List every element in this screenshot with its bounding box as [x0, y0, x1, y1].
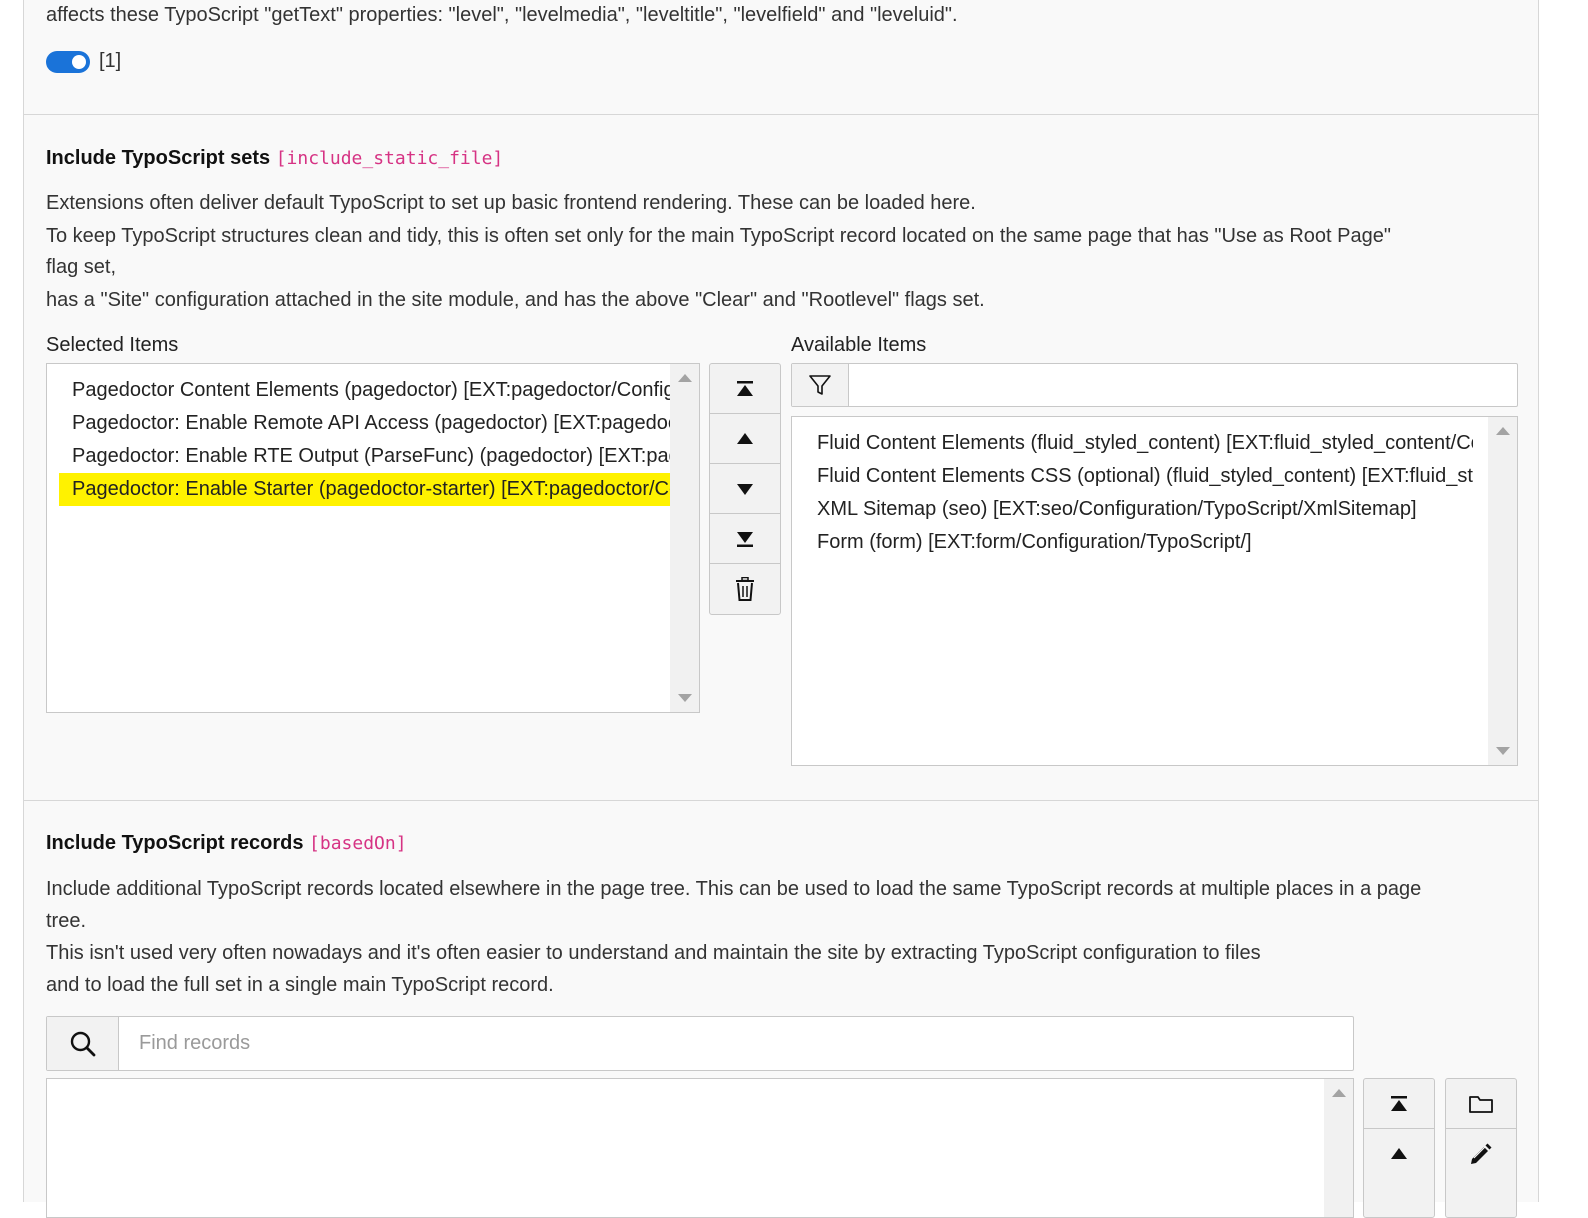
- section-divider: [24, 114, 1538, 115]
- move-up-icon: [1391, 1148, 1407, 1159]
- move-up-icon: [737, 432, 753, 444]
- selected-items-scrollbar[interactable]: [670, 364, 699, 712]
- include-static-desc-2: To keep TypoScript structures clean and …: [46, 225, 1391, 247]
- search-addon: [47, 1017, 119, 1070]
- move-down-icon: [737, 483, 753, 495]
- form-panel: affects these TypoScript "getText" prope…: [23, 0, 1539, 1218]
- selected-item-highlighted[interactable]: Pagedoctor: Enable Starter (pagedoctor-s…: [59, 473, 678, 506]
- move-to-bottom-icon: [737, 531, 753, 547]
- section-divider: [24, 800, 1538, 801]
- toggle-value-label: [1]: [99, 50, 122, 72]
- move-to-top-button[interactable]: [710, 364, 780, 414]
- edit-record-button[interactable]: [1446, 1129, 1516, 1179]
- based-on-field-name: [basedOn]: [309, 833, 407, 854]
- available-items-label: Available Items: [791, 334, 927, 356]
- include-static-title-text: Include TypoScript sets: [46, 147, 271, 169]
- scroll-up-icon[interactable]: [678, 374, 692, 382]
- toggle-knob: [72, 55, 86, 69]
- pencil-icon: [1471, 1143, 1492, 1164]
- search-icon: [70, 1031, 95, 1056]
- based-on-title-text: Include TypoScript records: [46, 832, 304, 854]
- scroll-down-icon[interactable]: [678, 694, 692, 702]
- based-on-desc-2: tree.: [46, 910, 87, 932]
- selected-item[interactable]: Pagedoctor: Enable RTE Output (ParseFunc…: [59, 440, 678, 473]
- based-on-title: Include TypoScript records [basedOn]: [46, 827, 407, 860]
- available-item[interactable]: Fluid Content Elements CSS (optional) (f…: [804, 460, 1473, 493]
- move-to-bottom-button[interactable]: [710, 514, 780, 564]
- move-up-button[interactable]: [710, 414, 780, 464]
- selected-items-label: Selected Items: [46, 334, 179, 356]
- selected-item[interactable]: Pagedoctor: Enable Remote API Access (pa…: [59, 407, 678, 440]
- filter-addon: [792, 364, 849, 406]
- include-static-field-name: [include_static_file]: [275, 148, 504, 169]
- rootlevel-description: affects these TypoScript "getText" prope…: [46, 4, 958, 26]
- filter-input[interactable]: [849, 364, 1517, 406]
- records-scrollbar[interactable]: [1324, 1079, 1353, 1217]
- selected-items-list[interactable]: Pagedoctor Content Elements (pagedoctor)…: [46, 363, 700, 713]
- selected-item[interactable]: Pagedoctor Content Elements (pagedoctor)…: [59, 374, 678, 407]
- include-static-desc-3: flag set,: [46, 256, 117, 278]
- based-on-desc-3: This isn't used very often nowadays and …: [46, 942, 1261, 964]
- move-to-top-icon: [1391, 1095, 1407, 1111]
- available-items-filter: [791, 363, 1518, 407]
- browse-records-button[interactable]: [1446, 1079, 1516, 1129]
- trash-icon: [736, 577, 754, 601]
- based-on-desc-1: Include additional TypoScript records lo…: [46, 878, 1422, 900]
- available-items-list[interactable]: Fluid Content Elements (fluid_styled_con…: [791, 416, 1518, 766]
- available-item[interactable]: XML Sitemap (seo) [EXT:seo/Configuration…: [804, 493, 1473, 526]
- move-to-top-icon: [737, 380, 753, 396]
- rootlevel-toggle[interactable]: [46, 51, 90, 73]
- scroll-up-icon[interactable]: [1332, 1089, 1346, 1097]
- include-static-desc-4: has a "Site" configuration attached in t…: [46, 289, 985, 311]
- include-static-title: Include TypoScript sets [include_static_…: [46, 142, 503, 175]
- based-on-records-list[interactable]: [46, 1078, 1354, 1218]
- move-up-button[interactable]: [1364, 1129, 1434, 1179]
- scroll-down-icon[interactable]: [1496, 747, 1510, 755]
- records-actions: [1445, 1078, 1517, 1218]
- available-item[interactable]: Fluid Content Elements (fluid_styled_con…: [804, 427, 1473, 460]
- remove-button[interactable]: [710, 564, 780, 614]
- based-on-desc-4: and to load the full set in a single mai…: [46, 974, 554, 996]
- move-down-button[interactable]: [710, 464, 780, 514]
- available-items-scrollbar[interactable]: [1488, 417, 1517, 765]
- selected-items-controls: [709, 363, 781, 615]
- find-records-input[interactable]: [119, 1017, 1353, 1070]
- folder-icon: [1469, 1095, 1493, 1113]
- scroll-up-icon[interactable]: [1496, 427, 1510, 435]
- include-static-desc-1: Extensions often deliver default TypoScr…: [46, 192, 976, 214]
- find-records-search: [46, 1016, 1354, 1071]
- available-item[interactable]: Form (form) [EXT:form/Configuration/Typo…: [804, 526, 1473, 559]
- filter-icon: [809, 375, 831, 395]
- move-to-top-button[interactable]: [1364, 1079, 1434, 1129]
- records-controls: [1363, 1078, 1435, 1218]
